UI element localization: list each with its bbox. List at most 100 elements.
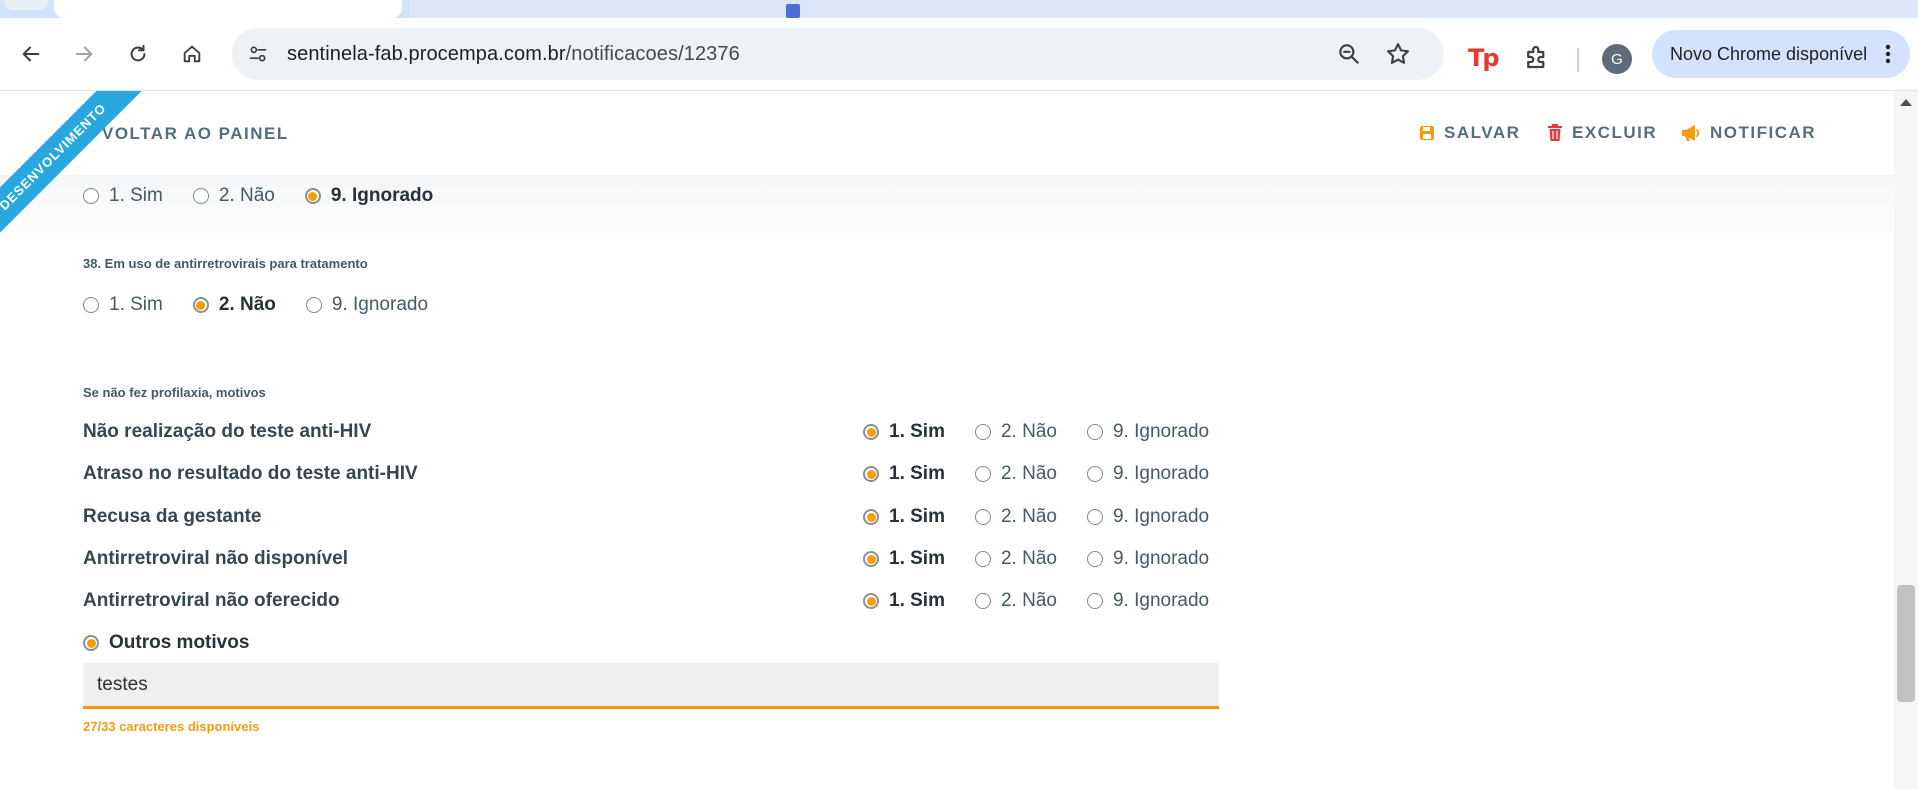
address-bar[interactable]: sentinela-fab.procempa.com.br/notificaco… bbox=[232, 28, 1444, 80]
forward-arrow-icon[interactable] bbox=[66, 36, 102, 72]
radio-option[interactable]: 1. Sim bbox=[863, 421, 945, 443]
zoom-icon[interactable] bbox=[1336, 41, 1362, 67]
radio-button[interactable] bbox=[192, 188, 209, 204]
radio-option[interactable]: 2. Não bbox=[192, 294, 276, 316]
radio-option[interactable]: 2. Não bbox=[974, 548, 1057, 570]
radio-option[interactable]: 9. Ignorado bbox=[1086, 548, 1210, 570]
radio-option[interactable]: 9. Ignorado bbox=[304, 185, 433, 207]
browser-tab-inactive[interactable] bbox=[410, 0, 1918, 18]
radio-button[interactable] bbox=[1086, 551, 1103, 567]
back-arrow-icon[interactable] bbox=[13, 36, 49, 72]
radio-option[interactable]: 1. Sim bbox=[83, 294, 163, 316]
radio-label: 9. Ignorado bbox=[331, 294, 429, 315]
extensions-puzzle-icon[interactable] bbox=[1522, 42, 1552, 72]
browser-toolbar: sentinela-fab.procempa.com.br/notificaco… bbox=[0, 18, 1918, 91]
radio-label: 2. Não bbox=[1000, 548, 1057, 569]
radio-label: 1. Sim bbox=[889, 590, 945, 611]
radio-option[interactable]: 9. Ignorado bbox=[1086, 590, 1210, 612]
radio-button[interactable] bbox=[1086, 466, 1103, 482]
radio-group-motivo: 1. Sim 2. Não 9. Ignorado bbox=[863, 421, 1239, 443]
notify-label: NOTIFICAR bbox=[1710, 123, 1817, 142]
delete-button[interactable]: EXCLUIR bbox=[1546, 123, 1657, 143]
radio-button[interactable] bbox=[1086, 509, 1103, 525]
motivo-label: Atraso no resultado do teste anti-HIV bbox=[83, 463, 418, 484]
radio-label: 9. Ignorado bbox=[1112, 506, 1210, 527]
radio-option[interactable]: 9. Ignorado bbox=[1086, 463, 1210, 485]
radio-option[interactable]: 2. Não bbox=[192, 185, 275, 207]
radio-option[interactable]: 1. Sim bbox=[863, 590, 945, 612]
radio-option[interactable]: 1. Sim bbox=[83, 185, 163, 207]
radio-label: 1. Sim bbox=[889, 548, 945, 569]
radio-button[interactable] bbox=[974, 466, 991, 482]
home-icon[interactable] bbox=[174, 36, 210, 72]
browser-tab-active[interactable] bbox=[54, 0, 402, 18]
radio-option[interactable]: 2. Não bbox=[974, 506, 1057, 528]
browser-tab-strip bbox=[0, 0, 1918, 18]
radio-option[interactable]: 2. Não bbox=[974, 463, 1057, 485]
save-button[interactable]: SALVAR bbox=[1418, 123, 1520, 143]
radio-option[interactable]: 1. Sim bbox=[863, 506, 945, 528]
radio-button-selected[interactable] bbox=[863, 466, 879, 482]
motivo-label: Não realização do teste anti-HIV bbox=[83, 421, 372, 442]
tab-search-button[interactable] bbox=[4, 0, 48, 10]
radio-button[interactable] bbox=[974, 593, 991, 609]
radio-option[interactable]: 9. Ignorado bbox=[1086, 506, 1210, 528]
profile-avatar[interactable]: G bbox=[1602, 44, 1632, 74]
reload-icon[interactable] bbox=[120, 36, 156, 72]
radio-button[interactable] bbox=[1086, 593, 1103, 609]
save-label: SALVAR bbox=[1444, 123, 1521, 142]
radio-group-motivo: 1. Sim 2. Não 9. Ignorado bbox=[863, 590, 1239, 612]
radio-button-selected[interactable] bbox=[863, 551, 879, 567]
radio-button-selected[interactable] bbox=[304, 188, 321, 204]
outros-motivos-option[interactable]: Outros motivos bbox=[83, 632, 279, 654]
scroll-up-arrow-icon[interactable] bbox=[1900, 99, 1912, 106]
radio-button-selected[interactable] bbox=[192, 297, 209, 313]
page-scrollbar[interactable] bbox=[1894, 91, 1918, 789]
bookmark-star-icon[interactable] bbox=[1384, 40, 1412, 68]
radio-label: 9. Ignorado bbox=[1112, 548, 1210, 569]
floppy-disk-icon bbox=[1418, 124, 1436, 142]
back-to-panel-link[interactable]: VOLTAR AO PAINEL bbox=[102, 124, 289, 144]
radio-button-selected[interactable] bbox=[863, 593, 879, 609]
radio-label: 2. Não bbox=[218, 185, 275, 206]
radio-option[interactable]: 1. Sim bbox=[863, 548, 945, 570]
outros-motivos-input[interactable] bbox=[97, 672, 1197, 698]
scrollbar-thumb[interactable] bbox=[1897, 585, 1915, 702]
radio-option[interactable]: Outros motivos bbox=[83, 632, 249, 654]
radio-option[interactable]: 9. Ignorado bbox=[305, 294, 429, 316]
radio-label: 2. Não bbox=[1000, 421, 1057, 442]
radio-group-motivo: 1. Sim 2. Não 9. Ignorado bbox=[863, 506, 1239, 528]
radio-option[interactable]: 2. Não bbox=[974, 590, 1057, 612]
notify-button[interactable]: NOTIFICAR bbox=[1680, 123, 1816, 143]
radio-button-selected[interactable] bbox=[863, 509, 879, 525]
tab-favicon-icon bbox=[786, 4, 800, 18]
trash-icon bbox=[1546, 124, 1564, 142]
radio-button[interactable] bbox=[83, 188, 99, 204]
radio-option[interactable]: 9. Ignorado bbox=[1086, 421, 1209, 443]
radio-option[interactable]: 2. Não bbox=[974, 421, 1057, 443]
menu-kebab-icon[interactable] bbox=[1878, 42, 1898, 66]
radio-button[interactable] bbox=[974, 509, 991, 525]
radio-option[interactable]: 1. Sim bbox=[863, 463, 945, 485]
radio-button[interactable] bbox=[1086, 424, 1103, 440]
radio-group-motivo: 1. Sim 2. Não 9. Ignorado bbox=[863, 548, 1239, 570]
radio-label: 9. Ignorado bbox=[1112, 590, 1210, 611]
extension-tp-icon[interactable]: Tp bbox=[1468, 44, 1500, 72]
radio-button-selected[interactable] bbox=[863, 424, 879, 440]
radio-button[interactable] bbox=[974, 551, 991, 567]
site-settings-icon[interactable] bbox=[246, 42, 270, 66]
chrome-update-button[interactable]: Novo Chrome disponível bbox=[1652, 30, 1910, 78]
toolbar-divider bbox=[1577, 48, 1579, 72]
radio-button[interactable] bbox=[305, 297, 322, 313]
radio-label: 9. Ignorado bbox=[1112, 463, 1210, 484]
outros-motivos-field[interactable] bbox=[83, 663, 1219, 709]
radio-button[interactable] bbox=[974, 424, 991, 440]
radio-group-q38: 1. Sim 2. Não 9. Ignorado bbox=[83, 294, 458, 316]
radio-group-motivo: 1. Sim 2. Não 9. Ignorado bbox=[863, 463, 1239, 485]
radio-label: 2. Não bbox=[1000, 506, 1057, 527]
radio-button[interactable] bbox=[83, 297, 99, 313]
radio-button-selected[interactable] bbox=[83, 635, 99, 651]
radio-label: 1. Sim bbox=[109, 185, 163, 206]
radio-label: 2. Não bbox=[1000, 590, 1057, 611]
url-host: sentinela-fab.procempa.com.br bbox=[287, 43, 566, 65]
